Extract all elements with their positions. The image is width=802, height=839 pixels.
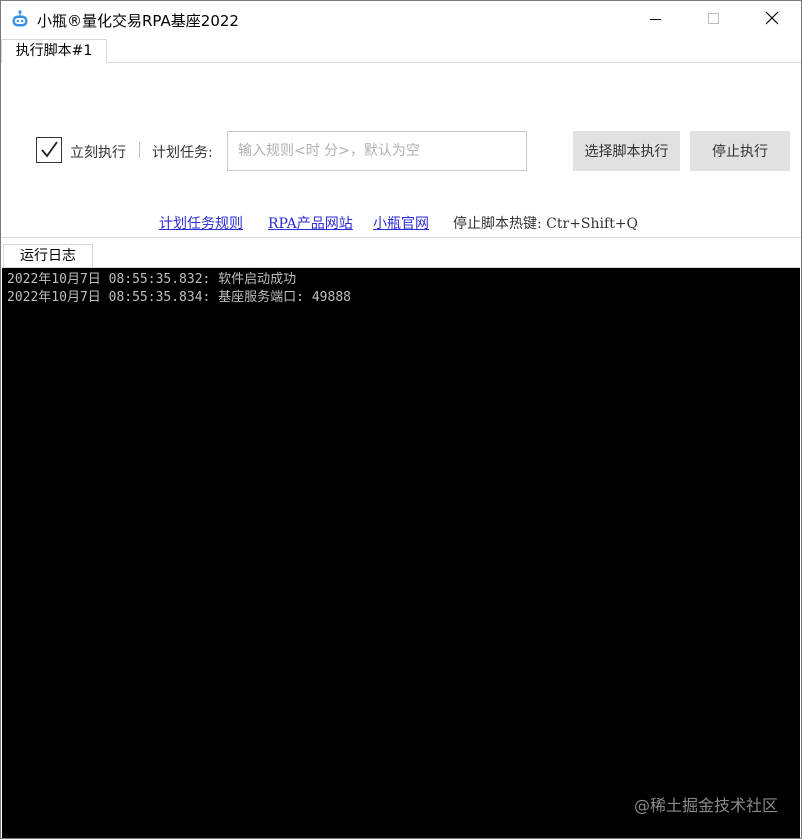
stop-hotkey-text: 停止脚本热键: Ctr+Shift+Q <box>453 216 639 232</box>
watermark: @稀土掘金技术社区 <box>633 796 778 815</box>
tab-execute-script[interactable]: 执行脚本#1 <box>1 39 107 63</box>
tab-run-log[interactable]: 运行日志 <box>3 244 93 268</box>
links-row: 计划任务规则 RPA产品网站 小瓶官网 停止脚本热键: Ctr+Shift+Q <box>1 213 801 233</box>
close-icon <box>765 10 779 29</box>
immediate-label[interactable]: 立刻执行 <box>70 142 126 162</box>
log-line: 2022年10月7日 08:55:35.832: 软件启动成功 <box>7 272 297 287</box>
log-line: 2022年10月7日 08:55:35.834: 基座服务端口: 49888 <box>7 290 351 305</box>
robot-icon <box>10 9 30 29</box>
title-bar[interactable]: 小瓶®量化交易RPA基座2022 <box>1 1 801 37</box>
schedule-rules-link[interactable]: 计划任务规则 <box>159 213 243 233</box>
stop-execution-button[interactable]: 停止执行 <box>690 131 790 171</box>
plan-label: 计划任务: <box>152 145 213 161</box>
script-panel: 立刻执行 计划任务: 选择脚本执行 停止执行 计划任务规则 RPA产品网站 小瓶… <box>1 62 801 238</box>
official-site-link[interactable]: 小瓶官网 <box>373 213 429 233</box>
schedule-rule-input[interactable] <box>227 131 527 171</box>
window-title: 小瓶®量化交易RPA基座2022 <box>37 12 239 30</box>
checkmark-icon <box>37 141 61 166</box>
close-button[interactable] <box>743 1 801 37</box>
maximize-icon <box>708 10 720 29</box>
minimize-button[interactable] <box>627 1 685 37</box>
rpa-site-link[interactable]: RPA产品网站 <box>268 213 353 233</box>
select-script-button[interactable]: 选择脚本执行 <box>573 131 680 171</box>
app-window: 小瓶®量化交易RPA基座2022 立刻执行 计划任务: 输入规则<时 分>，默认… <box>0 0 802 839</box>
minimize-icon <box>650 10 662 29</box>
label-separator <box>139 142 140 158</box>
log-output[interactable]: 2022年10月7日 08:55:35.832: 软件启动成功 2022年10月… <box>2 267 800 838</box>
maximize-button[interactable] <box>685 1 743 37</box>
immediate-checkbox[interactable] <box>36 137 62 163</box>
